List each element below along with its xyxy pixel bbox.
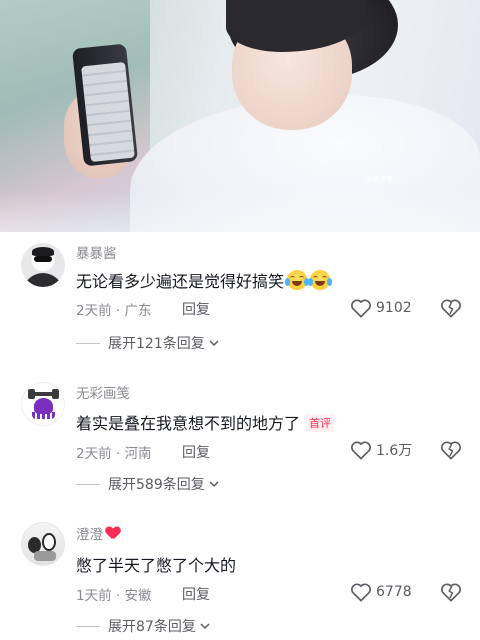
video-frame[interactable]: @宋子辰 [0, 0, 480, 232]
expand-replies-label: 展开589条回复 [108, 477, 205, 493]
broken-heart-icon [441, 441, 461, 460]
reply-button[interactable]: 回复 [182, 299, 210, 319]
like-count: 9102 [376, 300, 412, 316]
chevron-down-icon [200, 623, 210, 630]
avatar[interactable] [21, 243, 65, 287]
like-count: 6778 [376, 584, 412, 600]
avatar[interactable] [21, 382, 65, 426]
comment-time-location: 1天前 · 安徽 [76, 588, 152, 604]
broken-heart-icon [441, 299, 461, 318]
expand-replies-button[interactable]: 展开121条回复 [76, 333, 219, 353]
comment-username[interactable]: 澄澄 [76, 523, 120, 543]
reply-button[interactable]: 回复 [182, 584, 210, 604]
comment-text-body: 憋了半天了憋了个大的 [76, 556, 237, 575]
red-heart-icon [106, 527, 120, 540]
comment-username[interactable]: 暴暴酱 [76, 242, 117, 262]
comment-time-location: 2天前 · 河南 [76, 446, 152, 462]
expand-replies-label: 展开87条回复 [108, 619, 196, 635]
comment-username-text: 澄澄 [76, 527, 103, 543]
comment-time-location: 2天前 · 广东 [76, 303, 152, 319]
crying-laughing-emoji-icon [285, 270, 310, 290]
divider [76, 625, 100, 627]
avatar[interactable] [21, 522, 65, 566]
heart-outline-icon [351, 441, 371, 460]
like-button[interactable]: 9102 [350, 298, 412, 318]
comment-username[interactable]: 无彩画笺 [76, 382, 130, 402]
crying-laughing-emoji-icon [308, 270, 333, 290]
comment-item: 澄澄 憋了半天了憋了个大的 1天前 · 安徽 回复 6778 展开87条回复 [0, 516, 480, 640]
divider [76, 342, 100, 344]
like-button[interactable]: 1.6万 [350, 440, 412, 460]
dislike-button[interactable] [440, 298, 462, 322]
comment-text: 无论看多少遍还是觉得好搞笑 [76, 268, 333, 292]
dislike-button[interactable] [440, 582, 462, 606]
comment-text-body: 着实是叠在我意想不到的地方了 [76, 414, 301, 433]
comment-text: 憋了半天了憋了个大的 [76, 552, 236, 576]
expand-replies-button[interactable]: 展开589条回复 [76, 474, 219, 494]
dislike-button[interactable] [440, 440, 462, 464]
expand-replies-button[interactable]: 展开87条回复 [76, 616, 210, 636]
like-button[interactable]: 6778 [350, 582, 412, 602]
reply-button[interactable]: 回复 [182, 442, 210, 462]
video-glare [0, 190, 480, 232]
video-watermark: @宋子辰 [366, 176, 395, 183]
broken-heart-icon [441, 583, 461, 602]
first-comment-badge: 首评 [306, 414, 335, 432]
comment-item: 暴暴酱 无论看多少遍还是觉得好搞笑 2天前 · 广东 回复 9102 展开121… [0, 232, 480, 360]
expand-replies-label: 展开121条回复 [108, 336, 205, 352]
comment-text: 着实是叠在我意想不到的地方了 首评 [76, 410, 335, 434]
chevron-down-icon [209, 340, 219, 347]
comment-item: 无彩画笺 着实是叠在我意想不到的地方了 首评 2天前 · 河南 回复 1.6万 展… [0, 374, 480, 502]
divider [76, 483, 100, 485]
comment-text-body: 无论看多少遍还是觉得好搞笑 [76, 272, 285, 291]
like-count: 1.6万 [376, 443, 413, 459]
heart-outline-icon [351, 299, 371, 318]
chevron-down-icon [209, 481, 219, 488]
heart-outline-icon [351, 583, 371, 602]
